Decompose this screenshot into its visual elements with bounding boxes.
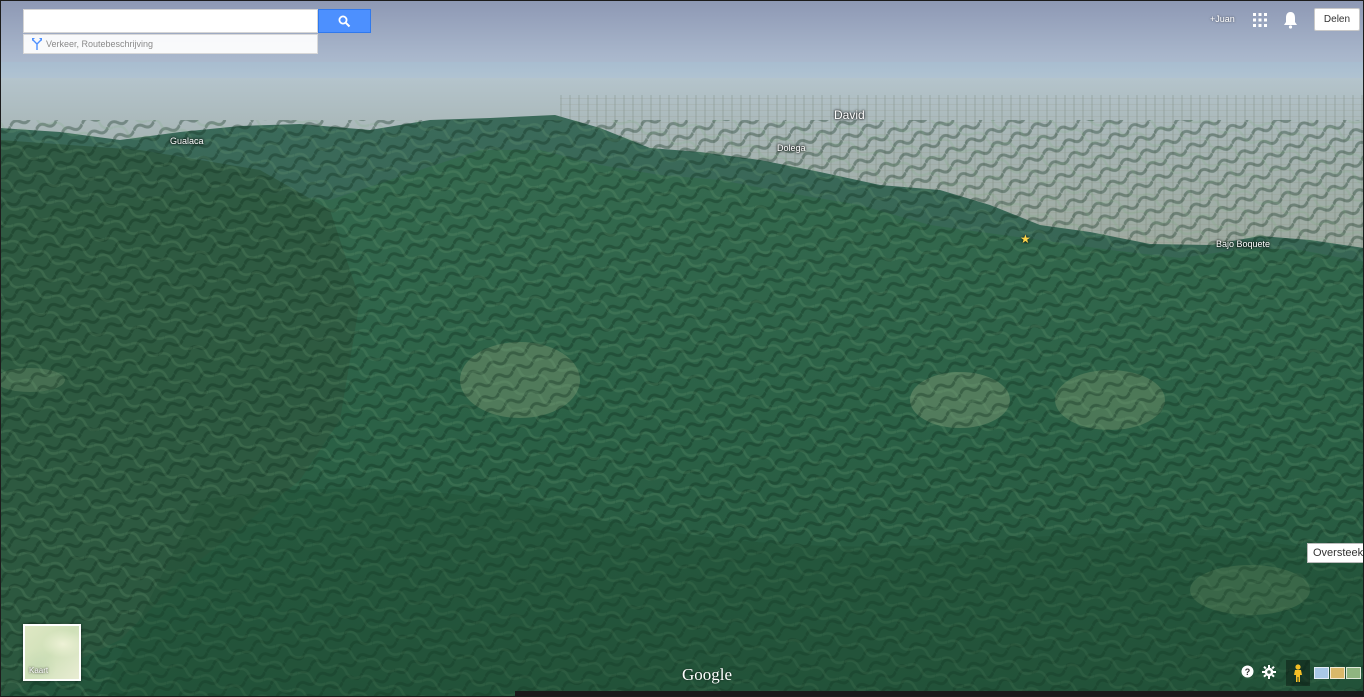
bell-icon[interactable]	[1283, 11, 1298, 29]
suggestion-text: Verkeer, Routebeschrijving	[46, 39, 154, 49]
map-view-toggle[interactable]: Kaart	[23, 624, 81, 681]
route-icon	[32, 38, 42, 50]
share-button[interactable]: Delen	[1314, 8, 1360, 31]
search-box	[23, 9, 318, 33]
pegman-icon	[1294, 664, 1302, 682]
star-icon[interactable]: ★	[1020, 233, 1031, 245]
bottom-bar	[515, 691, 1364, 697]
place-label[interactable]: Bajo Boquete	[1216, 239, 1270, 249]
mountain-terrain	[0, 115, 1364, 697]
photo-strip[interactable]	[1314, 667, 1361, 679]
google-logo: Google	[682, 665, 733, 684]
svg-text:?: ?	[1245, 667, 1251, 677]
help-icon[interactable]: ?	[1241, 665, 1254, 678]
search-button[interactable]	[318, 9, 371, 33]
place-label[interactable]: David	[834, 108, 865, 122]
map-toggle-label: Kaart	[29, 666, 49, 675]
apps-grid-icon[interactable]	[1253, 13, 1267, 27]
pegman-button[interactable]	[1286, 660, 1310, 686]
place-label[interactable]: Dolega	[777, 143, 806, 153]
photo-thumb[interactable]	[1346, 667, 1361, 679]
user-name-link[interactable]: +Juan	[1210, 14, 1235, 24]
photo-thumb[interactable]	[1314, 667, 1329, 679]
map-viewport[interactable]: David Gualaca Dolega Bajo Boquete ★	[0, 0, 1364, 697]
tooltip: Oversteek	[1307, 543, 1364, 563]
search-input[interactable]	[24, 10, 317, 32]
directions-suggestion[interactable]: Verkeer, Routebeschrijving	[23, 34, 318, 54]
place-label[interactable]: Gualaca	[170, 136, 204, 146]
gear-icon[interactable]	[1262, 665, 1276, 679]
search-icon	[338, 15, 351, 27]
photo-thumb[interactable]	[1330, 667, 1345, 679]
